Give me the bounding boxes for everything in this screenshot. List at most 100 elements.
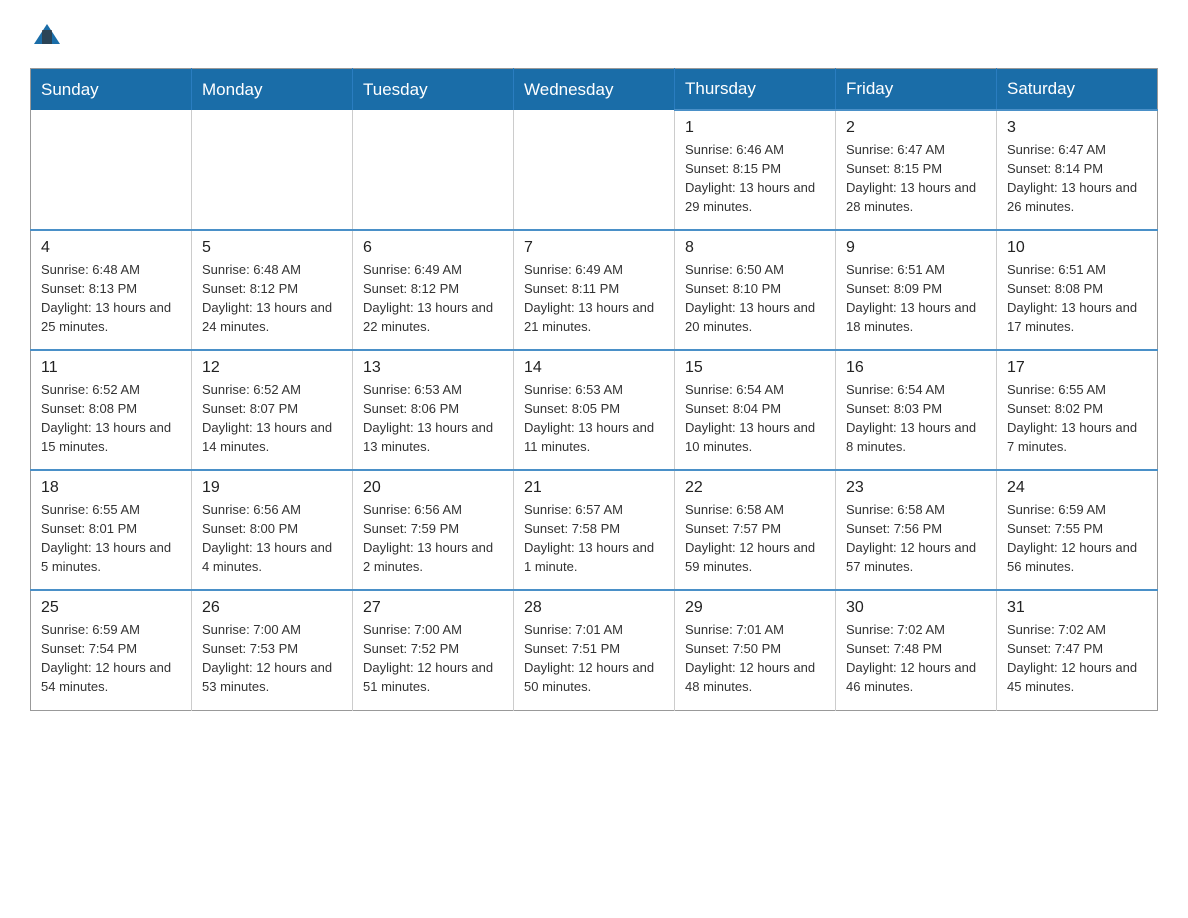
day-info: Sunrise: 6:55 AMSunset: 8:02 PMDaylight:… — [1007, 381, 1147, 456]
day-number: 9 — [846, 239, 986, 257]
calendar-cell: 6 Sunrise: 6:49 AMSunset: 8:12 PMDaylight… — [353, 230, 514, 350]
week-row-4: 18Sunrise: 6:55 AMSunset: 8:01 PMDayligh… — [31, 470, 1158, 590]
day-info: Sunrise: 6:58 AMSunset: 7:56 PMDaylight:… — [846, 501, 986, 576]
calendar-cell: 28 Sunrise: 7:01 AMSunset: 7:51 PMDayligh… — [514, 590, 675, 710]
calendar-cell: 9 Sunrise: 6:51 AMSunset: 8:09 PMDaylight… — [836, 230, 997, 350]
day-number: 29 — [685, 599, 825, 617]
day-number: 19 — [202, 479, 342, 497]
calendar-cell: 12 Sunrise: 6:52 AMSunset: 8:07 PMDayligh… — [192, 350, 353, 470]
calendar-cell: 1 Sunrise: 6:46 AMSunset: 8:15 PMDaylight… — [675, 110, 836, 230]
calendar-cell: 2Sunrise: 6:47 AMSunset: 8:15 PMDaylight… — [836, 110, 997, 230]
col-header-tuesday: Tuesday — [353, 69, 514, 111]
day-info: Sunrise: 6:47 AMSunset: 8:15 PMDaylight:… — [846, 141, 986, 216]
day-info: Sunrise: 7:02 AMSunset: 7:47 PMDaylight:… — [1007, 621, 1147, 696]
day-info: Sunrise: 6:46 AMSunset: 8:15 PMDaylight:… — [685, 141, 825, 216]
day-info: Sunrise: 6:51 AMSunset: 8:08 PMDaylight:… — [1007, 261, 1147, 336]
day-info: Sunrise: 6:52 AMSunset: 8:08 PMDaylight:… — [41, 381, 181, 456]
calendar-cell: 14 Sunrise: 6:53 AMSunset: 8:05 PMDayligh… — [514, 350, 675, 470]
col-header-sunday: Sunday — [31, 69, 192, 111]
week-row-3: 11 Sunrise: 6:52 AMSunset: 8:08 PMDayligh… — [31, 350, 1158, 470]
calendar-cell — [514, 110, 675, 230]
calendar-cell: 26 Sunrise: 7:00 AMSunset: 7:53 PMDayligh… — [192, 590, 353, 710]
day-info: Sunrise: 7:01 AMSunset: 7:51 PMDaylight:… — [524, 621, 664, 696]
day-info: Sunrise: 6:57 AMSunset: 7:58 PMDaylight:… — [524, 501, 664, 576]
day-number: 8 — [685, 239, 825, 257]
calendar-cell — [192, 110, 353, 230]
day-number: 5 — [202, 239, 342, 257]
day-info: Sunrise: 6:55 AMSunset: 8:01 PMDaylight:… — [41, 501, 181, 576]
day-info: Sunrise: 6:51 AMSunset: 8:09 PMDaylight:… — [846, 261, 986, 336]
calendar-cell: 25 Sunrise: 6:59 AMSunset: 7:54 PMDayligh… — [31, 590, 192, 710]
calendar-cell: 23 Sunrise: 6:58 AMSunset: 7:56 PMDayligh… — [836, 470, 997, 590]
calendar-cell: 3Sunrise: 6:47 AMSunset: 8:14 PMDaylight… — [997, 110, 1158, 230]
calendar-cell: 17Sunrise: 6:55 AMSunset: 8:02 PMDayligh… — [997, 350, 1158, 470]
day-number: 15 — [685, 359, 825, 377]
day-number: 31 — [1007, 599, 1147, 617]
calendar-cell: 22Sunrise: 6:58 AMSunset: 7:57 PMDayligh… — [675, 470, 836, 590]
day-number: 30 — [846, 599, 986, 617]
calendar-cell: 31 Sunrise: 7:02 AMSunset: 7:47 PMDayligh… — [997, 590, 1158, 710]
day-number: 21 — [524, 479, 664, 497]
day-number: 4 — [41, 239, 181, 257]
week-row-2: 4Sunrise: 6:48 AMSunset: 8:13 PMDaylight… — [31, 230, 1158, 350]
calendar-table: SundayMondayTuesdayWednesdayThursdayFrid… — [30, 68, 1158, 711]
day-number: 7 — [524, 239, 664, 257]
day-info: Sunrise: 6:59 AMSunset: 7:54 PMDaylight:… — [41, 621, 181, 696]
day-number: 14 — [524, 359, 664, 377]
calendar-cell: 24 Sunrise: 6:59 AMSunset: 7:55 PMDayligh… — [997, 470, 1158, 590]
day-info: Sunrise: 6:59 AMSunset: 7:55 PMDaylight:… — [1007, 501, 1147, 576]
day-info: Sunrise: 6:52 AMSunset: 8:07 PMDaylight:… — [202, 381, 342, 456]
day-info: Sunrise: 6:56 AMSunset: 7:59 PMDaylight:… — [363, 501, 503, 576]
day-number: 10 — [1007, 239, 1147, 257]
day-info: Sunrise: 7:00 AMSunset: 7:53 PMDaylight:… — [202, 621, 342, 696]
day-info: Sunrise: 7:01 AMSunset: 7:50 PMDaylight:… — [685, 621, 825, 696]
calendar-cell: 20 Sunrise: 6:56 AMSunset: 7:59 PMDayligh… — [353, 470, 514, 590]
calendar-cell: 15 Sunrise: 6:54 AMSunset: 8:04 PMDayligh… — [675, 350, 836, 470]
day-info: Sunrise: 6:50 AMSunset: 8:10 PMDaylight:… — [685, 261, 825, 336]
calendar-cell: 21 Sunrise: 6:57 AMSunset: 7:58 PMDayligh… — [514, 470, 675, 590]
calendar-cell: 10 Sunrise: 6:51 AMSunset: 8:08 PMDayligh… — [997, 230, 1158, 350]
day-info: Sunrise: 6:54 AMSunset: 8:04 PMDaylight:… — [685, 381, 825, 456]
day-number: 28 — [524, 599, 664, 617]
calendar-cell: 29 Sunrise: 7:01 AMSunset: 7:50 PMDayligh… — [675, 590, 836, 710]
logo — [30, 20, 62, 48]
col-header-monday: Monday — [192, 69, 353, 111]
calendar-cell: 4Sunrise: 6:48 AMSunset: 8:13 PMDaylight… — [31, 230, 192, 350]
calendar-cell — [31, 110, 192, 230]
day-number: 20 — [363, 479, 503, 497]
day-info: Sunrise: 6:53 AMSunset: 8:06 PMDaylight:… — [363, 381, 503, 456]
logo-icon — [32, 20, 62, 48]
day-info: Sunrise: 6:53 AMSunset: 8:05 PMDaylight:… — [524, 381, 664, 456]
calendar-cell: 8 Sunrise: 6:50 AMSunset: 8:10 PMDaylight… — [675, 230, 836, 350]
day-number: 1 — [685, 119, 825, 137]
week-row-5: 25 Sunrise: 6:59 AMSunset: 7:54 PMDayligh… — [31, 590, 1158, 710]
day-info: Sunrise: 6:49 AMSunset: 8:12 PMDaylight:… — [363, 261, 503, 336]
day-info: Sunrise: 7:00 AMSunset: 7:52 PMDaylight:… — [363, 621, 503, 696]
day-info: Sunrise: 6:54 AMSunset: 8:03 PMDaylight:… — [846, 381, 986, 456]
calendar-cell: 27 Sunrise: 7:00 AMSunset: 7:52 PMDayligh… — [353, 590, 514, 710]
calendar-cell: 18Sunrise: 6:55 AMSunset: 8:01 PMDayligh… — [31, 470, 192, 590]
day-number: 6 — [363, 239, 503, 257]
day-number: 16 — [846, 359, 986, 377]
day-info: Sunrise: 6:49 AMSunset: 8:11 PMDaylight:… — [524, 261, 664, 336]
day-number: 11 — [41, 359, 181, 377]
day-info: Sunrise: 7:02 AMSunset: 7:48 PMDaylight:… — [846, 621, 986, 696]
day-number: 26 — [202, 599, 342, 617]
day-number: 12 — [202, 359, 342, 377]
day-number: 22 — [685, 479, 825, 497]
day-number: 27 — [363, 599, 503, 617]
calendar-cell: 13 Sunrise: 6:53 AMSunset: 8:06 PMDayligh… — [353, 350, 514, 470]
col-header-thursday: Thursday — [675, 69, 836, 111]
day-info: Sunrise: 6:48 AMSunset: 8:12 PMDaylight:… — [202, 261, 342, 336]
day-info: Sunrise: 6:47 AMSunset: 8:14 PMDaylight:… — [1007, 141, 1147, 216]
day-number: 24 — [1007, 479, 1147, 497]
day-number: 23 — [846, 479, 986, 497]
day-number: 25 — [41, 599, 181, 617]
col-header-friday: Friday — [836, 69, 997, 111]
day-number: 13 — [363, 359, 503, 377]
calendar-cell — [353, 110, 514, 230]
col-header-wednesday: Wednesday — [514, 69, 675, 111]
calendar-cell: 11 Sunrise: 6:52 AMSunset: 8:08 PMDayligh… — [31, 350, 192, 470]
calendar-header-row: SundayMondayTuesdayWednesdayThursdayFrid… — [31, 69, 1158, 111]
calendar-cell: 30 Sunrise: 7:02 AMSunset: 7:48 PMDayligh… — [836, 590, 997, 710]
